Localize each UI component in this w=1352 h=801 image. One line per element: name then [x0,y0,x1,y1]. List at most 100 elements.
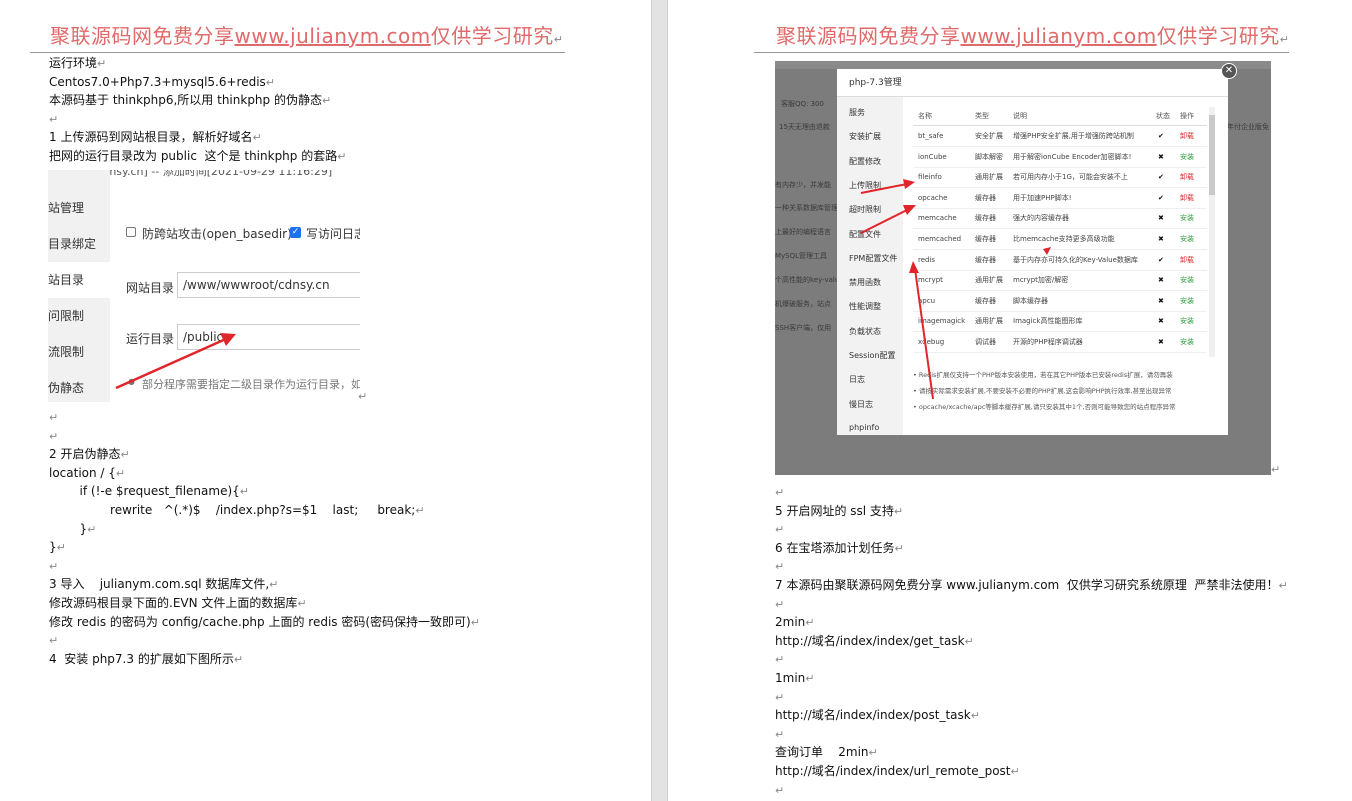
paragraph-mark: ↵ [775,597,785,611]
paragraph-mark: ↵ [269,578,279,592]
left-page: 聚联源码网免费分享www.julianym.com仅供学习研究↵ 运行环境↵ Ce… [0,0,651,801]
text-line: ↵ [775,485,784,500]
text-line: 把网的运行目录改为 public 这个是 thinkphp 的套路↵ [49,149,346,164]
php-extension-screenshot: 客服QQ: 300 15天无理由退款 有内存少，并发能 一种关系数据库管理 上最好的编程… [775,61,1271,475]
text-line: http://域名/index/index/get_task↵ [775,634,974,649]
text-line: ↵ [49,410,58,425]
line-text: location / { [49,465,116,480]
text-line: ↵ [775,597,784,612]
text-line: ↵ [49,429,58,444]
paragraph-mark: ↵ [49,429,59,443]
paragraph-mark: ↵ [775,690,785,704]
text-line: if (!-e $request_filename){↵ [49,484,249,499]
line-text: 4 安装 php7.3 的扩展如下图所示 [49,651,234,666]
line-text: Centos7.0+Php7.3+mysql5.6+redis [49,74,266,89]
para-mark: ↵ [358,390,368,403]
paragraph-mark: ↵ [49,559,59,573]
paragraph-mark: ↵ [775,523,785,537]
text-line: 1 上传源码到网站根目录，解析好域名↵ [49,130,262,145]
line-text: http://域名/index/index/url_remote_post [775,764,1011,778]
paragraph-mark: ↵ [49,112,59,126]
paragraph-mark: ↵ [252,131,262,145]
page-header: 聚联源码网免费分享www.julianym.com仅供学习研究↵ [50,24,564,48]
text-line: http://域名/index/index/url_remote_post↵ [775,764,1020,779]
text-line: http://域名/index/index/post_task↵ [775,708,980,723]
paragraph-mark: ↵ [964,634,974,648]
line-text: } [49,521,88,536]
text-line: }↵ [49,540,66,555]
text-line: 6 在宝塔添加计划任务↵ [775,541,904,556]
line-text: 修改 redis 的密码为 config/cache.php 上面的 redis… [49,614,471,629]
paragraph-mark: ↵ [97,57,107,70]
paragraph-mark: ↵ [470,615,480,629]
background-text: 个高性能的key-valu [775,276,840,284]
line-text: 修改源码根目录下面的.EVN 文件上面的数据库 [49,596,298,610]
background-text: MySQL管理工具 [775,252,828,260]
paragraph-mark: ↵ [337,150,347,163]
header-rule [754,52,1289,53]
close-icon[interactable]: ✕ [1221,63,1237,79]
text-line: 7 本源码由聚联源码网免费分享 www.julianym.com 仅供学习研究系… [775,578,1288,593]
line-text: 3 导入 julianym.com.sql 数据库文件, [49,577,270,592]
paragraph-mark: ↵ [775,727,785,741]
line-text: } [49,540,57,555]
line-text: 2 开启伪静态 [49,447,121,462]
background-text: 15天无理由退款 [779,123,830,131]
text-line: 3 导入 julianym.com.sql 数据库文件,↵ [49,577,278,592]
text-line: 运行环境↵ [49,56,106,71]
paragraph-mark: ↵ [893,504,904,518]
paragraph-mark: ↵ [1010,765,1020,778]
paragraph-mark: ↵ [49,411,59,424]
paragraph-mark: ↵ [805,616,815,630]
text-line: 4 安装 php7.3 的扩展如下图所示↵ [49,652,243,667]
text-line: 查询订单 2min↵ [775,745,878,760]
background-tabs [775,61,1271,69]
paragraph-mark: ↵ [775,783,785,797]
red-arrow-icon [860,179,1051,400]
header-link[interactable]: www.julianym.com [235,24,431,48]
paragraph-mark: ↵ [115,466,126,480]
background-text: 一种关系数据库管理 [775,204,838,212]
header-rule [30,52,565,53]
text-line: 修改源码根目录下面的.EVN 文件上面的数据库↵ [49,596,307,611]
text-line: 本源码基于 thinkphp6,所以用 thinkphp 的伪静态↵ [49,93,331,108]
paragraph-mark: ↵ [233,652,244,666]
paragraph-mark: ↵ [775,653,785,667]
red-arrow-icon [115,333,236,390]
line-text: 查询订单 2min [775,745,869,760]
text-line: ↵ [49,559,58,574]
text-line: ↵ [775,727,784,742]
paragraph-mark: ↵ [775,486,785,499]
paragraph-mark: ↵ [321,94,332,108]
line-text: 把网的运行目录改为 public 这个是 thinkphp 的套路 [49,149,338,163]
text-line: ↵ [49,633,58,648]
line-text: 5 开启网址的 ssl 支持 [775,503,894,518]
background-text: 有内存少，并发能 [775,181,831,189]
line-text: 2min [775,615,806,630]
text-line: 5 开启网址的 ssl 支持↵ [775,504,903,519]
text-line: ↵ [775,690,784,705]
paragraph-mark: ↵ [239,485,249,499]
paragraph-mark: ↵ [970,709,980,723]
text-line: ↵ [775,652,784,667]
line-text: http://域名/index/index/post_task [775,708,971,723]
text-line: location / {↵ [49,466,125,481]
paragraph-mark: ↵ [87,522,97,536]
background-text: 上最好的编程语言 [775,228,831,236]
page-header: 聚联源码网免费分享www.julianym.com仅供学习研究↵ [776,24,1290,48]
line-text: 运行环境 [49,56,98,70]
page-gutter [651,0,668,801]
line-text: 本源码基于 thinkphp6,所以用 thinkphp 的伪静态 [49,93,322,108]
text-line: rewrite ^(.*)$ /index.php?s=$1 last; bre… [49,503,425,518]
text-line: 1min↵ [775,671,814,686]
paragraph-mark: ↵ [1278,579,1288,592]
paragraph-mark: ↵ [894,541,904,555]
header-link[interactable]: www.julianym.com [961,24,1157,48]
site-settings-screenshot: 站点修改[cdnsy.cn] -- 添加时间[2021-09-29 11:16:… [48,170,360,402]
paragraph-mark: ↵ [56,541,66,555]
background-text: 客服QQ: 300 [781,100,824,108]
line-text: 6 在宝塔添加计划任务 [775,540,895,555]
text-line: 2 开启伪静态↵ [49,447,130,462]
line-text: if (!-e $request_filename){ [49,484,240,499]
line-text: http://域名/index/index/get_task [775,633,965,648]
